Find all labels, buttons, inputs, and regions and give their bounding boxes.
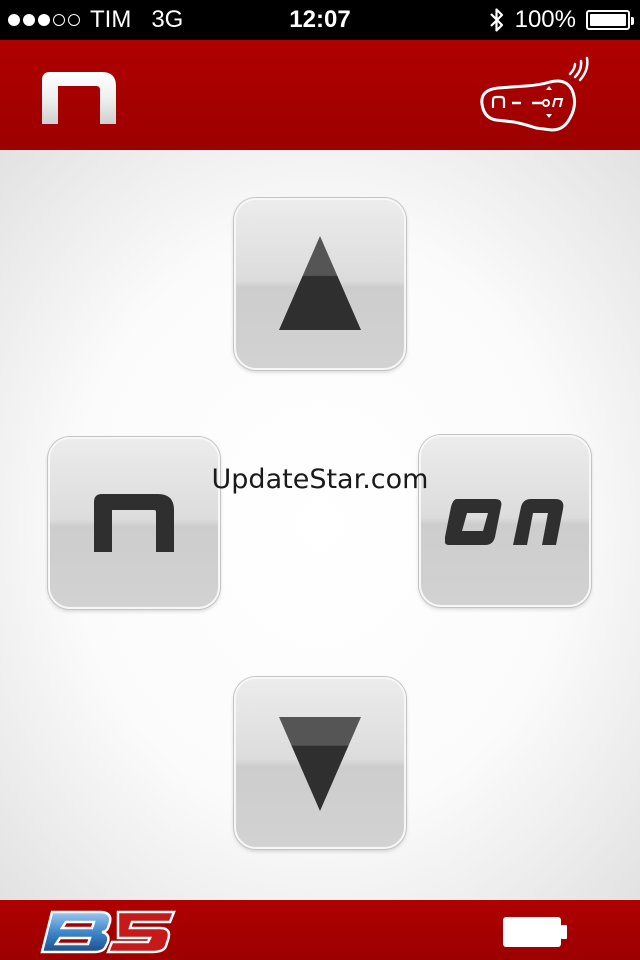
triangle-up-icon bbox=[279, 236, 361, 330]
n-logo-icon bbox=[94, 494, 174, 552]
volume-down-button[interactable] bbox=[234, 677, 406, 849]
status-left: TIM 3G bbox=[8, 0, 183, 40]
battery-percent: 100% bbox=[514, 6, 576, 33]
triangle-down-icon bbox=[279, 717, 361, 811]
app-screen: TIM 3G 12:07 100% UpdateStar.com bbox=[0, 0, 640, 960]
n-logo-icon[interactable] bbox=[40, 70, 120, 126]
app-footer bbox=[0, 900, 640, 960]
battery-status-icon bbox=[586, 10, 634, 30]
signal-strength-icon bbox=[8, 14, 80, 26]
network-type: 3G bbox=[151, 6, 184, 33]
volume-up-button[interactable] bbox=[234, 198, 406, 370]
on-logo-icon bbox=[445, 499, 564, 545]
battery-icon bbox=[503, 917, 567, 947]
status-right: 100% bbox=[489, 0, 634, 40]
control-pad: UpdateStar.com bbox=[0, 150, 640, 900]
b5-logo-icon bbox=[40, 910, 176, 954]
watermark-text: UpdateStar.com bbox=[211, 464, 429, 495]
carrier-name: TIM bbox=[90, 6, 132, 33]
app-header bbox=[0, 40, 640, 150]
on-button[interactable] bbox=[419, 435, 591, 607]
bluetooth-icon bbox=[489, 8, 503, 32]
intercom-device-icon[interactable] bbox=[474, 52, 594, 138]
status-bar: TIM 3G 12:07 100% bbox=[0, 0, 640, 40]
n-button[interactable] bbox=[48, 437, 220, 609]
